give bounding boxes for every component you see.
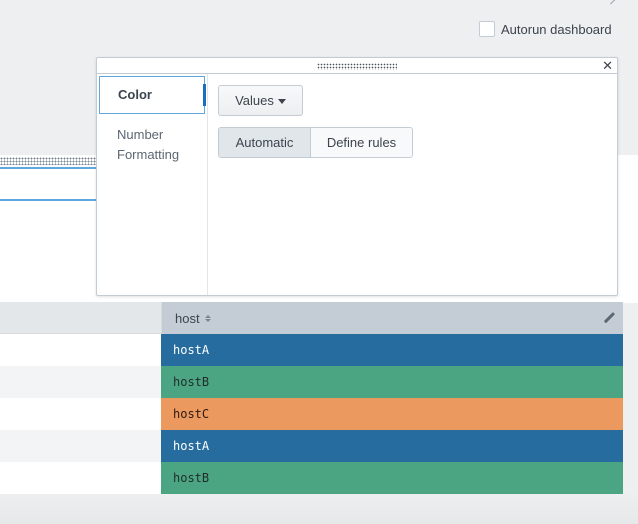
table-header-blank <box>0 302 161 334</box>
host-cell[interactable]: hostA <box>161 334 623 366</box>
background-divider <box>0 167 97 169</box>
drag-handle-icon[interactable] <box>317 63 397 70</box>
table-cell-empty <box>0 462 161 494</box>
host-cell[interactable]: hostA <box>161 430 623 462</box>
table-body: hostA hostB hostC hostA hostB <box>0 334 623 494</box>
table-row: hostB <box>0 366 623 398</box>
color-mode-toggle: Automatic Define rules <box>218 127 413 158</box>
table-cell-empty <box>0 334 161 366</box>
host-cell[interactable]: hostC <box>161 398 623 430</box>
table-row: hostB <box>0 462 623 494</box>
table-row: hostC <box>0 398 623 430</box>
format-popover: ✕ Color Number Formatting Values Automat… <box>96 57 618 296</box>
sidebar-item-label: Formatting <box>117 147 180 162</box>
sidebar-item-color[interactable]: Color <box>99 76 206 114</box>
background-divider <box>0 199 97 201</box>
define-rules-button[interactable]: Define rules <box>311 128 412 157</box>
table-row: hostA <box>0 334 623 366</box>
sidebar-item-number-formatting[interactable]: Number Formatting <box>97 125 207 165</box>
background-drag-handle <box>0 157 97 165</box>
close-icon[interactable]: ✕ <box>602 59 613 72</box>
automatic-button[interactable]: Automatic <box>219 128 311 157</box>
sidebar-item-label: Color <box>118 87 152 102</box>
autorun-checkbox[interactable] <box>479 21 495 37</box>
column-header-label: host <box>175 310 200 326</box>
popover-sidebar: Color Number Formatting <box>97 74 208 295</box>
sort-icon[interactable] <box>204 314 211 322</box>
table-header: host <box>0 302 623 334</box>
autorun-label: Autorun dashboard <box>501 21 612 37</box>
edit-format-icon[interactable] <box>603 312 615 324</box>
values-dropdown-button[interactable]: Values <box>218 85 303 116</box>
results-table: host hostA hostB hostC hostA hostB <box>0 302 623 494</box>
table-cell-empty <box>0 430 161 462</box>
table-cell-empty <box>0 398 161 430</box>
top-strip <box>0 0 638 10</box>
sidebar-item-label: Number <box>117 127 164 142</box>
popover-header: ✕ <box>97 58 617 74</box>
caret-down-icon <box>277 98 286 104</box>
column-header-host[interactable]: host <box>161 302 623 334</box>
footer-shade <box>0 494 638 524</box>
host-cell[interactable]: hostB <box>161 366 623 398</box>
host-cell[interactable]: hostB <box>161 462 623 494</box>
table-row: hostA <box>0 430 623 462</box>
table-cell-empty <box>0 366 161 398</box>
values-button-label: Values <box>235 93 274 108</box>
resize-handle-icon[interactable] <box>604 0 618 8</box>
autorun-toggle[interactable]: Autorun dashboard <box>479 21 612 37</box>
